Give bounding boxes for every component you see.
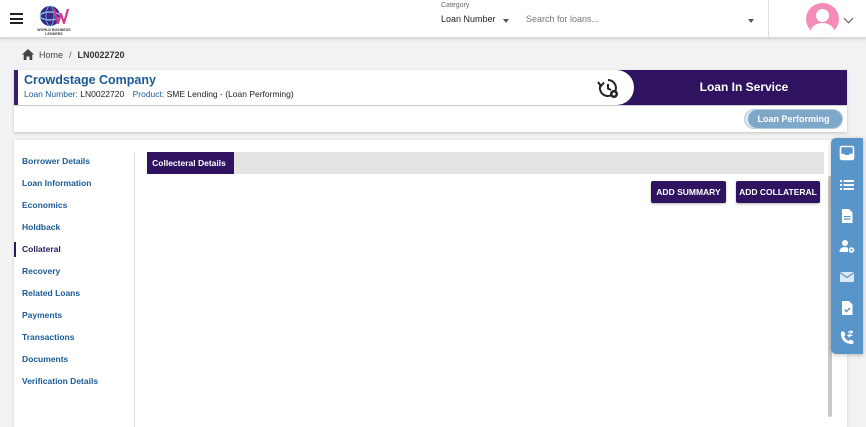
nav-item-borrower-details[interactable]: Borrower Details xyxy=(14,154,135,169)
avatar[interactable] xyxy=(806,3,839,35)
add-summary-button[interactable]: ADD SUMMARY xyxy=(651,181,726,203)
nav-item-payments[interactable]: Payments xyxy=(14,308,135,323)
breadcrumb-home[interactable]: Home xyxy=(39,50,63,60)
nav-item-loan-information[interactable]: Loan Information xyxy=(14,176,135,191)
loan-header-card: Crowdstage Company Loan Number: LN002272… xyxy=(14,70,847,105)
nav-item-holdback[interactable]: Holdback xyxy=(14,220,135,235)
chevron-down-icon[interactable] xyxy=(843,13,854,24)
search-field[interactable] xyxy=(526,14,758,30)
chevron-down-icon xyxy=(503,19,509,23)
nav-item-related-loans[interactable]: Related Loans xyxy=(14,286,135,301)
category-value: Loan Number xyxy=(441,14,496,24)
inbox-icon[interactable] xyxy=(839,145,855,161)
company-name: Crowdstage Company xyxy=(24,73,156,87)
breadcrumb: Home / LN0022720 xyxy=(22,49,125,60)
nav-item-transactions[interactable]: Transactions xyxy=(14,330,135,345)
history-settings-icon[interactable] xyxy=(596,76,620,100)
mail-icon[interactable] xyxy=(839,269,855,285)
loan-status-title: Loan In Service xyxy=(699,80,789,94)
nav-item-collateral[interactable]: Collateral xyxy=(14,242,135,257)
product-value: SME Lending - (Loan Performing) xyxy=(166,89,294,99)
company-logo[interactable]: WORLD BUSINESS LENDERS xyxy=(32,4,76,36)
loan-number-label: Loan Number: xyxy=(24,89,78,99)
nav-item-recovery[interactable]: Recovery xyxy=(14,264,135,279)
document-icon[interactable] xyxy=(839,208,855,224)
search-input[interactable] xyxy=(526,14,726,24)
home-icon[interactable] xyxy=(22,49,34,60)
nav-item-documents[interactable]: Documents xyxy=(14,352,135,367)
document-check-icon[interactable] xyxy=(839,300,855,316)
status-pill-card: Loan Performing xyxy=(14,106,847,132)
tab-collateral-details[interactable]: Collecteral Details xyxy=(147,152,231,174)
divider xyxy=(768,0,769,38)
breadcrumb-current: LN0022720 xyxy=(77,49,125,60)
add-collateral-button[interactable]: ADD COLLATERAL xyxy=(736,181,820,203)
category-select[interactable]: Loan Number xyxy=(441,14,513,30)
logo-text: WORLD BUSINESS LENDERS xyxy=(37,28,71,36)
nav-item-economics[interactable]: Economics xyxy=(14,198,135,213)
menu-icon[interactable] xyxy=(10,13,23,24)
chevron-down-icon[interactable] xyxy=(748,19,754,23)
loan-meta: Loan Number: LN0022720 Product: SME Lend… xyxy=(24,89,294,99)
product-label: Product: xyxy=(132,89,165,99)
loan-status-banner: Loan In Service xyxy=(614,70,847,105)
left-nav: Borrower Details Loan Information Econom… xyxy=(14,152,135,427)
tab-strip: Collecteral Details xyxy=(147,152,824,174)
right-toolbar xyxy=(831,138,863,354)
list-icon[interactable] xyxy=(839,177,855,193)
status-badge: Loan Performing xyxy=(745,110,842,128)
breadcrumb-separator: / xyxy=(69,49,72,60)
user-settings-icon[interactable] xyxy=(839,238,855,254)
phone-transfer-icon[interactable] xyxy=(839,330,855,346)
nav-item-verification-details[interactable]: Verification Details xyxy=(14,374,135,389)
top-bar: WORLD BUSINESS LENDERS Category Loan Num… xyxy=(0,0,866,38)
loan-number-value: LN0022720 xyxy=(80,89,125,99)
category-label: Category xyxy=(441,2,470,9)
